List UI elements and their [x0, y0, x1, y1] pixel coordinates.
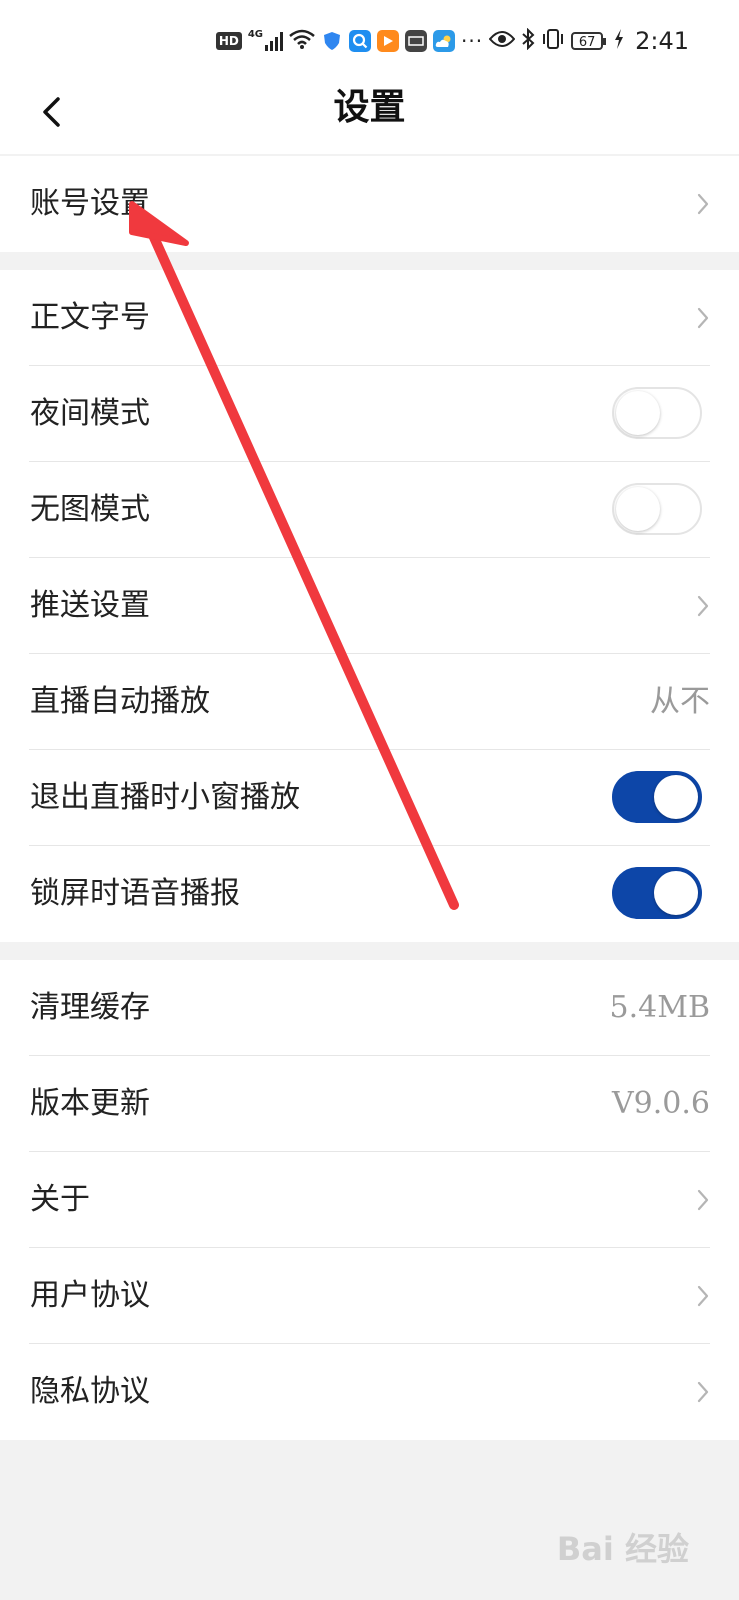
toggle-knob [616, 391, 660, 435]
settings-row[interactable]: 用户协议 [29, 1248, 710, 1344]
settings-row-label: 锁屏时语音播报 [30, 876, 240, 911]
settings-row-label: 关于 [30, 1182, 90, 1217]
settings-group-account: 账号设置 [0, 156, 739, 252]
settings-row-label: 隐私协议 [30, 1374, 150, 1409]
settings-row[interactable]: 清理缓存 5.4MB [29, 960, 710, 1056]
settings-row[interactable]: 夜间模式 [29, 366, 710, 462]
settings-row-label: 直播自动播放 [30, 684, 210, 719]
settings-row-label: 清理缓存 [30, 990, 150, 1025]
vibrate-icon [541, 28, 565, 54]
toggle-knob [616, 487, 660, 531]
hd-icon: HD [215, 32, 242, 50]
settings-row-label: 退出直播时小窗播放 [30, 780, 300, 815]
settings-row-value: V9.0.6 [612, 1086, 710, 1121]
chevron-right-icon [697, 595, 709, 617]
network-type-label: 4G [247, 28, 264, 40]
watermark: Bai 经验 [556, 1530, 689, 1568]
page-title: 设置 [333, 87, 406, 128]
settings-row[interactable]: 账号设置 [29, 156, 710, 252]
signal-icon [265, 31, 284, 51]
settings-row[interactable]: 隐私协议 [29, 1344, 710, 1440]
settings-row-label: 夜间模式 [30, 396, 150, 431]
chevron-right-icon [697, 1189, 709, 1211]
settings-row-label: 用户协议 [30, 1278, 150, 1313]
settings-row[interactable]: 退出直播时小窗播放 [29, 750, 710, 846]
search-app-icon [349, 30, 372, 52]
eye-icon [488, 30, 516, 52]
toggle-knob [654, 871, 698, 915]
status-time: 2:41 [635, 27, 689, 55]
settings-group-display: 正文字号夜间模式无图模式推送设置直播自动播放 从不退出直播时小窗播放 锁屏时语音播报 [0, 270, 739, 942]
settings-row[interactable]: 无图模式 [29, 462, 710, 558]
toggle-switch[interactable] [612, 387, 702, 439]
settings-row-value: 从不 [650, 684, 710, 719]
toggle-switch[interactable] [612, 867, 702, 919]
chevron-right-icon [697, 193, 709, 215]
huawei-app-icon [405, 30, 428, 52]
bluetooth-icon [521, 27, 535, 54]
more-icon: ··· [461, 29, 484, 53]
settings-row-value: 5.4MB [609, 990, 710, 1025]
settings-row[interactable]: 正文字号 [29, 270, 710, 366]
back-button[interactable] [34, 94, 74, 134]
settings-group-other: 清理缓存 5.4MB 版本更新 V9.0.6 关于用户协议隐私协议 [0, 960, 739, 1440]
weather-app-icon [433, 30, 456, 52]
settings-row[interactable]: 直播自动播放 从不 [29, 654, 710, 750]
video-app-icon [377, 30, 400, 52]
toggle-switch[interactable] [612, 771, 702, 823]
chevron-right-icon [697, 1381, 709, 1403]
chevron-left-icon [43, 97, 60, 127]
status-bar: HD 4G ··· 67 2:41 [0, 0, 739, 80]
nav-header: 设置 [0, 80, 739, 154]
settings-row-label: 正文字号 [30, 300, 150, 335]
chevron-right-icon [697, 1285, 709, 1307]
settings-row[interactable]: 锁屏时语音播报 [29, 846, 710, 942]
settings-row-label: 无图模式 [30, 492, 150, 527]
shield-app-icon [321, 30, 344, 52]
charging-icon [613, 28, 625, 54]
chevron-right-icon [697, 307, 709, 329]
toggle-switch[interactable] [612, 483, 702, 535]
settings-row[interactable]: 版本更新 V9.0.6 [29, 1056, 710, 1152]
settings-row[interactable]: 关于 [29, 1152, 710, 1248]
wifi-icon [289, 29, 315, 53]
settings-row[interactable]: 推送设置 [29, 558, 710, 654]
settings-row-label: 推送设置 [30, 588, 150, 623]
battery-icon: 67 [571, 32, 607, 50]
settings-row-label: 账号设置 [30, 186, 150, 221]
settings-row-label: 版本更新 [30, 1086, 150, 1121]
toggle-knob [654, 775, 698, 819]
